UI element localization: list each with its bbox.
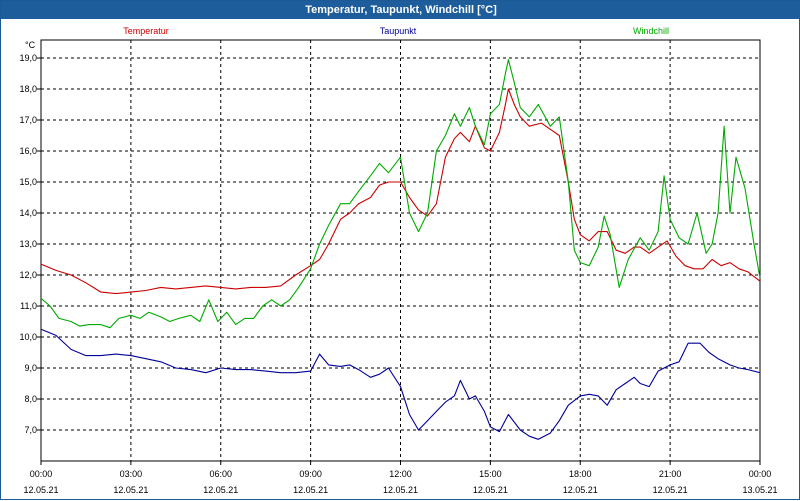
x-tick-time: 00:00	[30, 469, 53, 479]
y-tick-label: 17,0	[19, 115, 37, 125]
y-tick-label: 19,0	[19, 53, 37, 63]
x-tick-time: 06:00	[209, 469, 232, 479]
x-tick-time: 18:00	[569, 469, 592, 479]
y-tick-label: 10,0	[19, 332, 37, 342]
x-tick-date: 12.05.21	[473, 485, 508, 495]
y-tick-label: 18,0	[19, 84, 37, 94]
chart-window: Temperatur, Taupunkt, Windchill [°C] 7,0…	[0, 0, 800, 500]
chart-plot: 7,0 8,0 9,0 10,0 11,0 12,0 13,0 14,0 15,0 16,0 17,…	[19, 26, 777, 495]
x-tick-date: 12.05.21	[293, 485, 328, 495]
x-tick-date: 12.05.21	[563, 485, 598, 495]
y-tick-label: 8,0	[24, 394, 37, 404]
y-tick-label: 9,0	[24, 363, 37, 373]
x-tick-date: 12.05.21	[383, 485, 418, 495]
y-tick-label: 12,0	[19, 270, 37, 280]
x-tick-time: 15:00	[479, 469, 502, 479]
legend-taupunkt: Taupunkt	[380, 26, 417, 36]
x-tick-time: 21:00	[659, 469, 682, 479]
x-tick-time: 03:00	[120, 469, 143, 479]
x-tick-date: 12.05.21	[653, 485, 688, 495]
legend-windchill: Windchill	[633, 26, 669, 36]
y-tick-label: 14,0	[19, 208, 37, 218]
x-tick-date: 12.05.21	[113, 485, 148, 495]
x-tick-time: 00:00	[749, 469, 772, 479]
y-tick-label: 15,0	[19, 177, 37, 187]
x-tick-date: 12.05.21	[203, 485, 238, 495]
legend-temperatur: Temperatur	[123, 26, 169, 36]
y-tick-label: 13,0	[19, 239, 37, 249]
y-tick-label: 16,0	[19, 146, 37, 156]
x-tick-date: 13.05.21	[742, 485, 777, 495]
y-tick-label: 7,0	[24, 425, 37, 435]
y-axis-label: °C	[25, 40, 36, 50]
x-tick-time: 12:00	[389, 469, 412, 479]
x-tick-time: 09:00	[299, 469, 322, 479]
x-tick-date: 12.05.21	[23, 485, 58, 495]
y-tick-label: 11,0	[20, 301, 37, 311]
